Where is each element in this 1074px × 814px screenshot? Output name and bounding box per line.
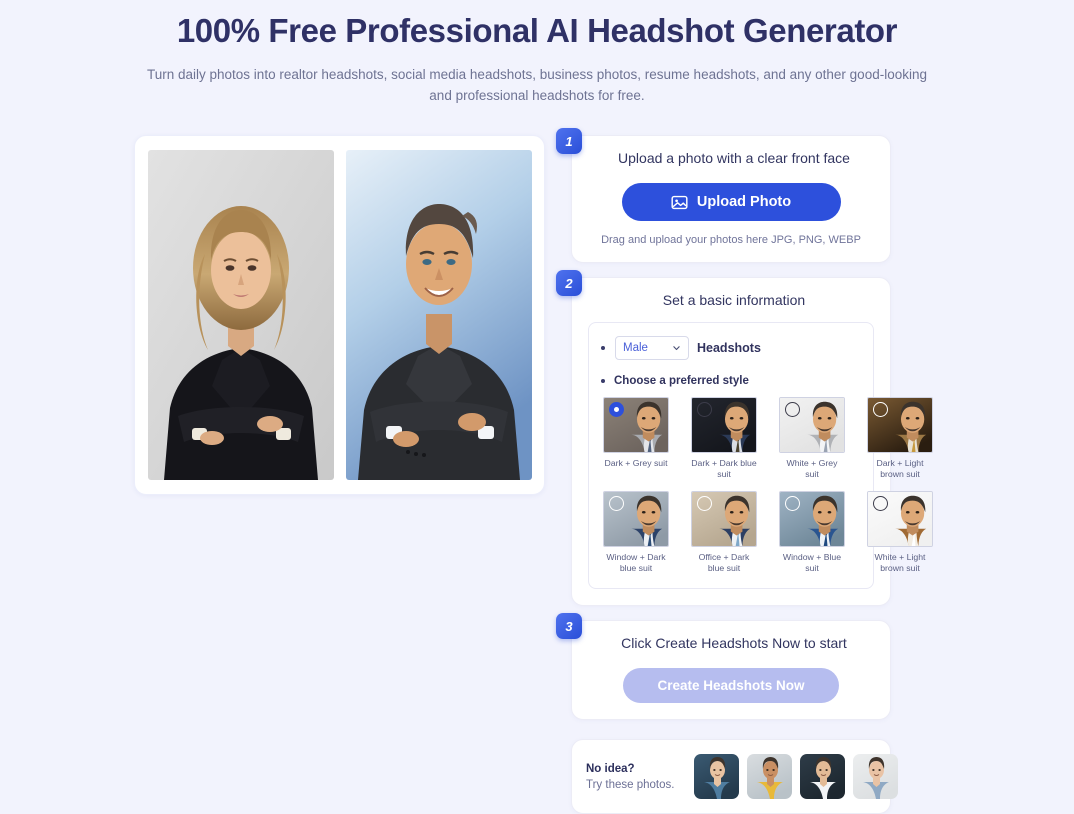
steps-column: 1 Upload a photo with a clear front face… — [556, 128, 933, 814]
bullet-icon — [601, 346, 605, 351]
style-option[interactable]: White + Grey suit — [779, 397, 845, 481]
step-badge-2: 2 — [556, 270, 582, 297]
gender-select-value: Male — [623, 342, 648, 355]
no-idea-heading: No idea? — [586, 762, 635, 775]
style-radio[interactable] — [873, 402, 888, 418]
picture-icon — [671, 194, 688, 211]
style-thumbnail — [691, 490, 757, 547]
style-radio[interactable] — [697, 495, 712, 511]
step-card-upload: 1 Upload a photo with a clear front face… — [556, 128, 891, 264]
main-content: 1 Upload a photo with a clear front face… — [0, 107, 1074, 814]
choose-style-label: Choose a preferred style — [614, 375, 749, 388]
step-badge-3: 3 — [556, 613, 582, 640]
style-option[interactable]: Window + Dark blue suit — [603, 490, 669, 575]
style-option[interactable]: Dark + Grey suit — [603, 397, 669, 481]
page-subtitle: Turn daily photos into realtor headshots… — [147, 67, 927, 104]
step-badge-1: 1 — [556, 128, 582, 155]
style-label: White + Light brown suit — [874, 551, 926, 574]
sample-photo[interactable] — [694, 754, 739, 800]
drag-hint-text: Drag and upload your photos here JPG, PN… — [601, 234, 861, 247]
step-2-title: Set a basic information — [662, 292, 806, 309]
style-option[interactable]: Office + Dark blue suit — [691, 490, 757, 575]
step-card-create: 3 Click Create Headshots Now to start Cr… — [556, 613, 891, 721]
style-radio[interactable] — [609, 495, 624, 511]
style-label: Window + Dark blue suit — [606, 551, 666, 574]
style-thumbnail — [691, 397, 757, 454]
sample-photo-list — [694, 754, 898, 800]
style-label: Office + Dark blue suit — [698, 551, 750, 574]
sample-photo[interactable] — [800, 754, 845, 800]
style-radio[interactable] — [785, 402, 800, 418]
preview-photo-male — [345, 150, 532, 481]
style-label: Dark + Light brown suit — [876, 458, 924, 480]
style-label: Dark + Grey suit — [604, 458, 668, 469]
style-radio[interactable] — [873, 495, 888, 511]
bullet-icon — [601, 379, 605, 384]
upload-photo-label: Upload Photo — [696, 194, 792, 211]
style-thumbnail — [779, 490, 845, 547]
sample-photo[interactable] — [853, 754, 898, 800]
style-radio[interactable] — [785, 495, 800, 511]
choose-style-row: Choose a preferred style — [601, 375, 861, 387]
step-3-title: Click Create Headshots Now to start — [621, 635, 847, 652]
upload-photo-button[interactable]: Upload Photo — [621, 183, 841, 222]
gender-select[interactable]: Male — [615, 336, 689, 361]
hero-section: 100% Free Professional AI Headshot Gener… — [0, 0, 1074, 107]
style-thumbnail — [779, 397, 845, 454]
style-option[interactable]: Dark + Dark blue suit — [691, 397, 757, 481]
style-thumbnail — [867, 397, 933, 454]
style-thumbnail — [603, 490, 669, 547]
style-option[interactable]: Dark + Light brown suit — [867, 397, 933, 481]
headshots-label: Headshots — [697, 341, 761, 356]
sample-photos-card: No idea? Try these photos. — [571, 739, 898, 814]
basic-info-box: Male Headshots Choose a preferred style … — [588, 322, 933, 590]
sample-photos-text: No idea? Try these photos. — [586, 763, 684, 791]
page-title: 100% Free Professional AI Headshot Gener… — [176, 12, 898, 49]
style-grid: Dark + Grey suit Dark + Dark blue suit Whi… — [601, 397, 933, 575]
create-headshots-button[interactable]: Create Headshots Now — [623, 668, 839, 704]
style-radio[interactable] — [697, 402, 712, 418]
try-these-photos-label: Try these photos. — [586, 778, 675, 791]
style-label: Dark + Dark blue suit — [691, 458, 757, 480]
sample-photo[interactable] — [747, 754, 792, 800]
style-option[interactable]: White + Light brown suit — [867, 490, 933, 575]
style-option[interactable]: Window + Blue suit — [779, 490, 845, 575]
style-label: Window + Blue suit — [782, 551, 842, 574]
step-1-title: Upload a photo with a clear front face — [618, 150, 850, 167]
step-card-basic-info: 2 Set a basic information Male Headshots — [556, 270, 933, 607]
preview-photo-female — [147, 150, 334, 481]
style-thumbnail — [867, 490, 933, 547]
gender-row: Male Headshots — [601, 336, 861, 361]
style-radio[interactable] — [609, 402, 624, 418]
preview-panel — [134, 135, 545, 496]
style-thumbnail — [603, 397, 669, 454]
style-label: White + Grey suit — [786, 458, 838, 480]
